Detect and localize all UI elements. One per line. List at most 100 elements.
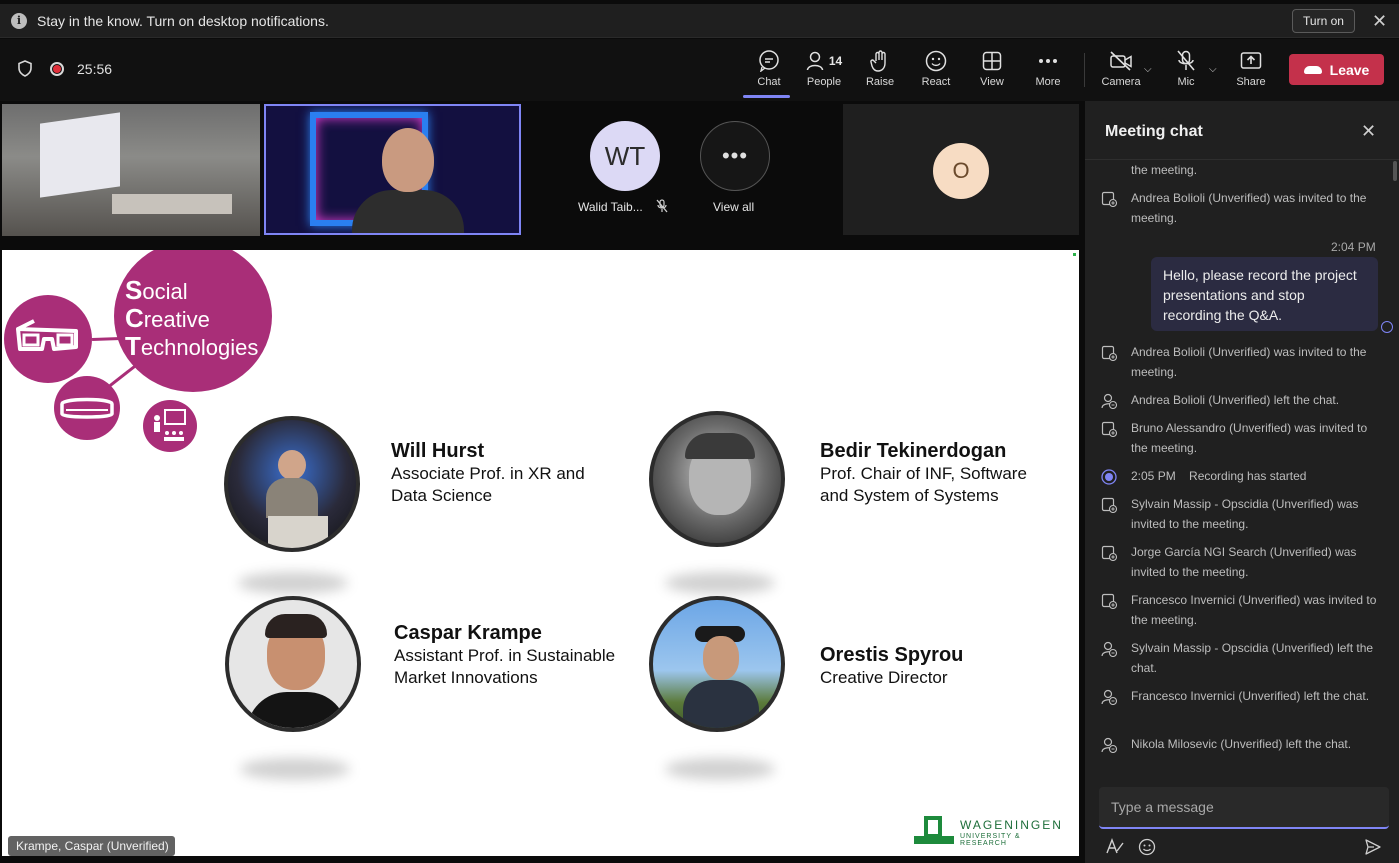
chat-scrollbar[interactable] bbox=[1393, 161, 1397, 181]
mic-button[interactable]: Mic bbox=[1160, 49, 1212, 95]
more-button[interactable]: More bbox=[1022, 49, 1074, 95]
chat-event-text: Andrea Bolioli (Unverified) was invited … bbox=[1131, 345, 1367, 379]
raise-hand-icon bbox=[870, 49, 890, 73]
person-name: Bedir Tekinerdogan bbox=[820, 440, 1007, 462]
chat-event-text: Jorge García NGI Search (Unverified) was… bbox=[1131, 545, 1357, 579]
chat-event-text: Sylvain Massip - Opscidia (Unverified) l… bbox=[1131, 641, 1374, 675]
3d-glasses-icon bbox=[16, 319, 78, 351]
camera-label: Camera bbox=[1101, 76, 1141, 88]
camera-options-chevron-icon[interactable]: ⌵ bbox=[1144, 64, 1152, 75]
chat-event-text: Bruno Alessandro (Unverified) was invite… bbox=[1131, 421, 1368, 455]
recording-indicator-icon bbox=[50, 62, 64, 76]
react-button[interactable]: React bbox=[910, 49, 962, 95]
chat-label: Chat bbox=[757, 76, 781, 88]
view-label: View bbox=[980, 76, 1004, 88]
meeting-toolbar: 25:56 Chat 14 People Raise React View Mo… bbox=[0, 39, 1399, 101]
sharing-indicator-dot bbox=[1073, 253, 1076, 256]
chat-event-text: 2:05 PM Recording has started bbox=[1131, 469, 1307, 483]
mic-label: Mic bbox=[1177, 76, 1195, 88]
camera-button[interactable]: Camera bbox=[1095, 49, 1147, 95]
chat-event-text: Francesco Invernici (Unverified) was inv… bbox=[1131, 593, 1377, 627]
toolbar-separator bbox=[1084, 53, 1085, 87]
presentation-bubble bbox=[143, 400, 197, 452]
chat-event-text: Francesco Invernici (Unverified) left th… bbox=[1131, 689, 1370, 703]
people-label: People bbox=[806, 76, 842, 88]
record-icon bbox=[1101, 469, 1117, 485]
share-button[interactable]: Share bbox=[1225, 49, 1277, 95]
view-all-label: View all bbox=[713, 200, 755, 214]
chat-composer[interactable] bbox=[1099, 787, 1389, 829]
send-icon[interactable] bbox=[1364, 838, 1382, 856]
message-input[interactable] bbox=[1099, 787, 1389, 827]
participant-tile-o[interactable]: O bbox=[843, 104, 1079, 235]
shared-presentation-slide: Social Creative Technologies Will Hurst … bbox=[2, 250, 1079, 856]
more-dots-icon: ••• bbox=[721, 143, 749, 168]
vr-headset-icon bbox=[60, 397, 114, 419]
raise-hand-button[interactable]: Raise bbox=[854, 49, 906, 95]
photo-shadow bbox=[238, 572, 348, 594]
notification-bar: i Stay in the know. Turn on desktop noti… bbox=[0, 4, 1399, 38]
turn-on-button[interactable]: Turn on bbox=[1292, 9, 1355, 33]
person-role-line: and System of Systems bbox=[820, 486, 999, 505]
sent-message-bubble[interactable]: Hello, please record the project present… bbox=[1151, 257, 1378, 331]
headset-bubble bbox=[54, 376, 120, 440]
person-role-line: Prof. Chair of INF, Software bbox=[820, 464, 1027, 483]
emoji-icon[interactable] bbox=[1138, 838, 1156, 856]
leave-icon bbox=[1101, 737, 1117, 753]
more-dots-icon bbox=[1038, 49, 1058, 73]
mic-options-chevron-icon[interactable]: ⌵ bbox=[1209, 64, 1217, 75]
shield-icon[interactable] bbox=[18, 60, 32, 77]
view-all-participants-button[interactable]: ••• bbox=[700, 121, 770, 191]
chat-event-text: Sylvain Massip - Opscidia (Unverified) w… bbox=[1131, 497, 1359, 531]
orestis-spyrou-photo bbox=[649, 596, 785, 732]
leave-label: Leave bbox=[1329, 61, 1370, 78]
participant-avatar-o: O bbox=[933, 143, 989, 199]
people-button[interactable]: 14 People bbox=[798, 49, 850, 95]
view-button[interactable]: View bbox=[966, 49, 1018, 95]
presenter-name-caption: Krampe, Caspar (Unverified) bbox=[8, 836, 175, 856]
leave-icon bbox=[1101, 393, 1117, 409]
raise-label: Raise bbox=[865, 76, 895, 88]
camera-off-icon bbox=[1109, 49, 1133, 73]
person-name: Orestis Spyrou bbox=[820, 644, 964, 666]
chat-panel-title: Meeting chat bbox=[1105, 123, 1203, 140]
close-chat-icon[interactable]: ✕ bbox=[1361, 121, 1376, 142]
share-upload-icon bbox=[1240, 49, 1262, 73]
active-speaker-video-tile[interactable] bbox=[264, 104, 521, 235]
muted-mic-icon bbox=[656, 199, 668, 213]
format-text-icon[interactable] bbox=[1105, 837, 1125, 855]
participant-name-wt: Walid Taib... bbox=[578, 200, 643, 214]
photo-shadow bbox=[240, 758, 350, 780]
view-grid-icon bbox=[982, 49, 1002, 73]
more-label: More bbox=[1035, 76, 1061, 88]
people-icon bbox=[806, 51, 824, 71]
chat-button[interactable]: Chat bbox=[743, 49, 795, 98]
photo-shadow bbox=[665, 758, 775, 780]
chat-icon bbox=[758, 49, 780, 73]
wur-logo-mark-icon bbox=[914, 816, 954, 844]
share-label: Share bbox=[1236, 76, 1266, 88]
meeting-chat-panel: Meeting chat ✕ the meeting. Andrea Bolio… bbox=[1085, 101, 1399, 863]
chat-event-text: the meeting. bbox=[1131, 163, 1198, 177]
person-role-line: Market Innovations bbox=[394, 668, 538, 687]
close-notification-icon[interactable]: ✕ bbox=[1372, 12, 1387, 30]
participant-video-strip: WT Walid Taib... ••• View all O bbox=[0, 101, 1085, 247]
hang-up-phone-icon bbox=[1303, 65, 1322, 74]
person-name: Caspar Krampe bbox=[394, 622, 542, 644]
person-role-line: Associate Prof. in XR and bbox=[391, 464, 585, 483]
speaker-body bbox=[352, 190, 464, 233]
bedir-tekinerdogan-photo bbox=[649, 411, 785, 547]
invite-icon bbox=[1101, 497, 1117, 513]
room-camera-video-tile[interactable] bbox=[2, 104, 260, 236]
chat-active-indicator bbox=[743, 95, 790, 98]
leave-button[interactable]: Leave bbox=[1289, 54, 1384, 85]
notification-text: Stay in the know. Turn on desktop notifi… bbox=[37, 12, 329, 29]
speaker-head bbox=[382, 128, 434, 192]
chat-event-text: Andrea Bolioli (Unverified) was invited … bbox=[1131, 191, 1367, 225]
caspar-krampe-photo bbox=[225, 596, 361, 732]
invite-icon bbox=[1101, 593, 1117, 609]
invite-icon bbox=[1101, 421, 1117, 437]
participant-avatar-wt[interactable]: WT bbox=[590, 121, 660, 191]
chat-event-text: Andrea Bolioli (Unverified) left the cha… bbox=[1131, 393, 1340, 407]
chat-event-text: Nikola Milosevic (Unverified) left the c… bbox=[1131, 737, 1352, 751]
